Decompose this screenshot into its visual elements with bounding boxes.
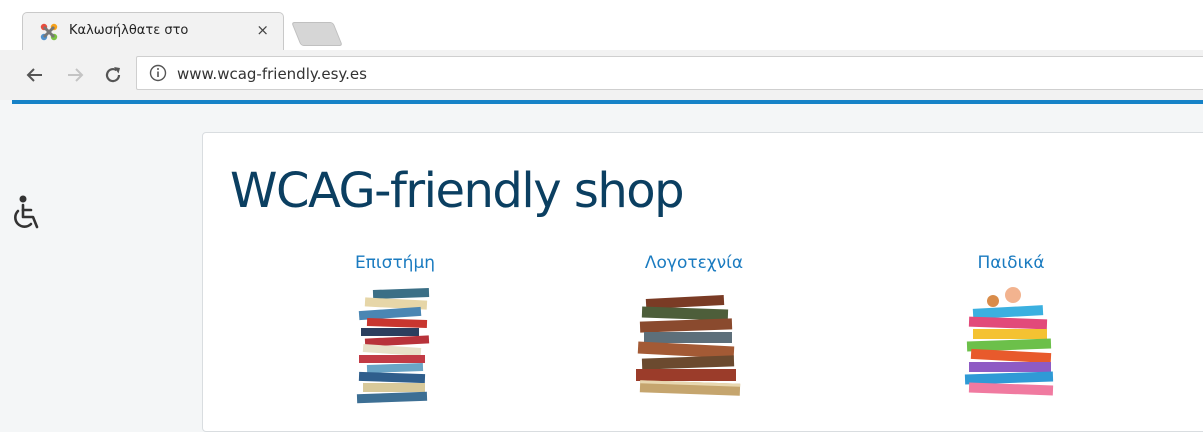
category-link-literature[interactable]: Λογοτεχνία — [614, 253, 774, 273]
page-title: WCAG-friendly shop — [230, 163, 685, 219]
tab-strip: Καλωσήλθατε στο × — [0, 0, 1203, 50]
browser-tab[interactable]: Καλωσήλθατε στο × — [22, 12, 284, 50]
header-accent-bar — [12, 100, 1203, 104]
kids-books-image[interactable] — [951, 283, 1071, 405]
old-books-image[interactable] — [624, 283, 764, 405]
tab-title: Καλωσήλθατε στο — [69, 23, 189, 38]
forward-button[interactable] — [62, 62, 88, 88]
info-icon[interactable] — [149, 64, 167, 82]
url-text[interactable]: www.wcag-friendly.esy.es — [177, 65, 367, 83]
back-button[interactable] — [22, 62, 48, 88]
category-link-science[interactable]: Επιστήμη — [315, 253, 475, 273]
tab-close-icon[interactable]: × — [256, 21, 269, 39]
category-science: Επιστήμη — [315, 253, 475, 405]
category-literature: Λογοτεχνία — [614, 253, 774, 405]
reload-icon — [105, 67, 121, 83]
joomla-icon — [40, 23, 58, 41]
browser-toolbar: www.wcag-friendly.esy.es — [0, 50, 1203, 100]
reload-button[interactable] — [100, 62, 126, 88]
book-stack-image[interactable] — [335, 283, 455, 405]
category-kids: Παιδικά — [931, 253, 1091, 405]
forward-arrow-icon — [68, 68, 84, 82]
new-tab-button[interactable] — [291, 22, 343, 46]
wheelchair-icon[interactable] — [8, 194, 42, 236]
category-link-kids[interactable]: Παιδικά — [931, 253, 1091, 273]
address-bar[interactable]: www.wcag-friendly.esy.es — [136, 56, 1203, 90]
back-arrow-icon — [26, 68, 42, 82]
main-panel: WCAG-friendly shop Επιστήμη Λογοτεχνία Π… — [202, 132, 1203, 432]
